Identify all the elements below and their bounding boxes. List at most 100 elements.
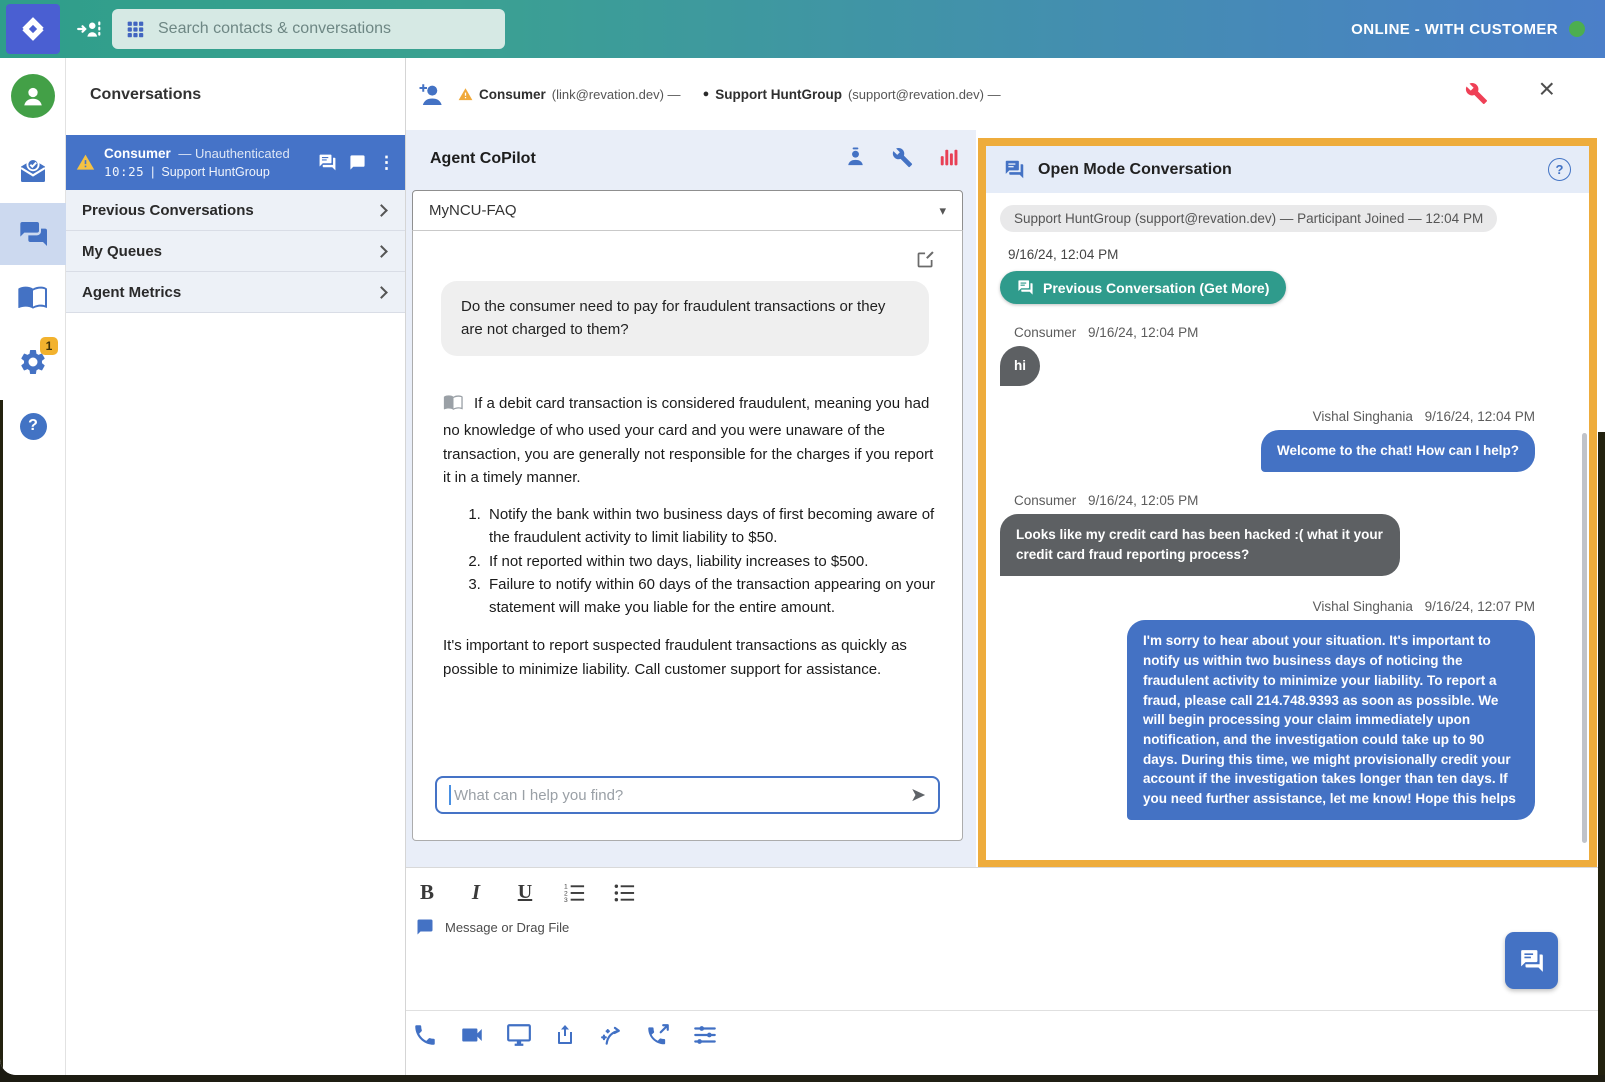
message-time: 9/16/24, 12:05 PM — [1088, 493, 1198, 508]
send-icon[interactable]: ➤ — [910, 786, 926, 805]
conversation-item-consumer[interactable]: Consumer — Unauthenticated 10:25 | Suppo… — [66, 135, 405, 190]
copilot-title: Agent CoPilot — [430, 150, 536, 168]
open-mode-header: Open Mode Conversation ? — [986, 146, 1589, 193]
open-chat-button[interactable] — [1505, 932, 1558, 989]
previous-conversation-button[interactable]: Previous Conversation (Get More) — [1000, 271, 1286, 304]
copilot-input[interactable] — [454, 787, 910, 804]
participant-support-name: Support HuntGroup — [715, 87, 842, 102]
sidebar-item-profile[interactable] — [0, 74, 66, 118]
warning-icon — [458, 87, 473, 102]
close-icon[interactable]: × — [1539, 75, 1555, 103]
agent-status[interactable]: ONLINE - WITH CUSTOMER — [1351, 0, 1585, 58]
copilot-question-bubble: Do the consumer need to pay for fraudule… — [441, 281, 929, 356]
knowledge-base-select[interactable]: MyNCU-FAQ ▾ — [412, 190, 963, 231]
conversation-transfer-icon — [1519, 948, 1545, 974]
agent-profile-icon[interactable] — [844, 146, 867, 169]
text-cursor — [449, 785, 451, 805]
conversation-transfer-icon[interactable] — [318, 153, 337, 172]
open-book-icon — [17, 280, 49, 312]
new-contact-icon[interactable] — [74, 14, 104, 44]
search-input[interactable] — [158, 20, 493, 38]
presence-dot: ● — [703, 88, 710, 100]
underline-button[interactable]: U — [514, 881, 536, 904]
conversation-tools-icon[interactable] — [1465, 82, 1488, 110]
screen-share-button[interactable] — [506, 1022, 532, 1048]
search-bar[interactable] — [112, 9, 505, 49]
separator: | — [151, 165, 154, 179]
add-participant-icon[interactable] — [416, 80, 446, 115]
message-meta: Vishal Singhania 9/16/24, 12:04 PM — [1000, 409, 1535, 424]
copilot-tools-icon[interactable] — [892, 147, 913, 168]
message-time: 9/16/24, 12:04 PM — [1425, 409, 1535, 424]
menu-agent-metrics[interactable]: Agent Metrics — [66, 272, 405, 313]
format-toolbar: B I U 1 2 3 — [416, 874, 636, 910]
online-status-dot — [1569, 21, 1585, 37]
bold-button[interactable]: B — [416, 880, 438, 905]
sidebar-item-knowledge[interactable] — [0, 280, 66, 312]
ai-assist-button[interactable] — [598, 1022, 624, 1048]
bullet-list-button[interactable] — [613, 881, 636, 904]
copilot-chat-card: Do the consumer need to pay for fraudule… — [412, 230, 963, 841]
app-logo — [6, 4, 60, 54]
participants-header: Consumer (link@revation.dev) — ● Support… — [406, 58, 1605, 130]
wallpaper-edge — [0, 400, 3, 1075]
chat-timestamp: 9/16/24, 12:04 PM — [1008, 247, 1575, 262]
message-placeholder: Message or Drag File — [445, 920, 569, 935]
incoming-message-bubble: hi — [1000, 346, 1040, 386]
answer-outro: It's important to report suspected fraud… — [443, 634, 937, 681]
message-time: 9/16/24, 12:07 PM — [1425, 599, 1535, 614]
video-call-button[interactable] — [459, 1022, 485, 1048]
top-bar: ONLINE - WITH CUSTOMER — [0, 0, 1605, 58]
outgoing-message-bubble: I'm sorry to hear about your situation. … — [1127, 620, 1535, 819]
settings-badge: 1 — [40, 337, 58, 355]
sidebar-item-inbox[interactable] — [0, 154, 66, 186]
person-icon — [19, 82, 47, 110]
desktop-background: ONLINE - WITH CUSTOMER — [0, 0, 1605, 1082]
file-share-button[interactable] — [553, 1023, 577, 1047]
voice-call-button[interactable] — [412, 1022, 438, 1048]
conversation-queue: Support HuntGroup — [161, 165, 269, 179]
chat-icon[interactable] — [349, 154, 366, 171]
knowledge-source-icon — [443, 391, 464, 419]
copilot-search-box[interactable]: ➤ — [435, 776, 940, 814]
message-sender: Vishal Singhania — [1313, 599, 1413, 614]
ordered-list-button[interactable]: 1 2 3 — [563, 881, 586, 904]
menu-previous-conversations[interactable]: Previous Conversations — [66, 190, 405, 231]
avatar — [11, 74, 55, 118]
help-icon: ? — [20, 413, 47, 440]
new-note-icon[interactable] — [915, 249, 936, 275]
conversation-name: Consumer — [104, 146, 171, 161]
message-sender: Vishal Singhania — [1313, 409, 1413, 424]
chevron-right-icon — [375, 245, 388, 258]
conversation-transfer-icon — [1004, 159, 1025, 180]
sidebar-item-conversations[interactable] — [0, 203, 66, 265]
help-icon[interactable]: ? — [1548, 158, 1571, 181]
incoming-message-bubble: Looks like my credit card has been hacke… — [1000, 514, 1400, 577]
menu-my-queues[interactable]: My Queues — [66, 231, 405, 272]
agent-copilot-panel: Agent CoPilot — [406, 130, 976, 867]
more-options-icon[interactable]: ⋮ — [378, 154, 395, 171]
italic-button[interactable]: I — [465, 880, 487, 905]
call-transfer-button[interactable] — [645, 1022, 671, 1048]
conversation-timer: 10:25 — [104, 164, 144, 179]
sidebar-item-settings[interactable]: 1 — [0, 346, 66, 378]
conversations-title: Conversations — [90, 86, 201, 104]
settings-sliders-button[interactable] — [692, 1022, 718, 1048]
open-mode-conversation-panel: Open Mode Conversation ? Support HuntGro… — [978, 138, 1597, 868]
app-window: ONLINE - WITH CUSTOMER — [0, 0, 1605, 1075]
knowledge-stats-icon[interactable] — [938, 147, 960, 169]
svg-text:3: 3 — [564, 897, 568, 904]
copilot-answer: If a debit card transaction is considere… — [443, 391, 937, 681]
chat-scrollbar[interactable] — [1582, 433, 1587, 843]
message-composer: B I U 1 2 3 Message or — [406, 867, 1605, 1010]
message-bubble-icon — [416, 918, 434, 936]
message-meta: Vishal Singhania 9/16/24, 12:07 PM — [1000, 599, 1535, 614]
chevron-down-icon: ▾ — [939, 203, 946, 219]
message-input-area[interactable]: Message or Drag File — [416, 918, 569, 936]
sidebar-item-help[interactable]: ? — [0, 410, 66, 442]
diamond-logo-icon — [18, 14, 48, 44]
answer-step: Notify the bank within two business days… — [485, 503, 937, 550]
wallpaper-edge — [1598, 432, 1605, 1075]
message-sender: Consumer — [1014, 325, 1076, 340]
participant-consumer-detail: (link@revation.dev) — — [552, 87, 681, 102]
